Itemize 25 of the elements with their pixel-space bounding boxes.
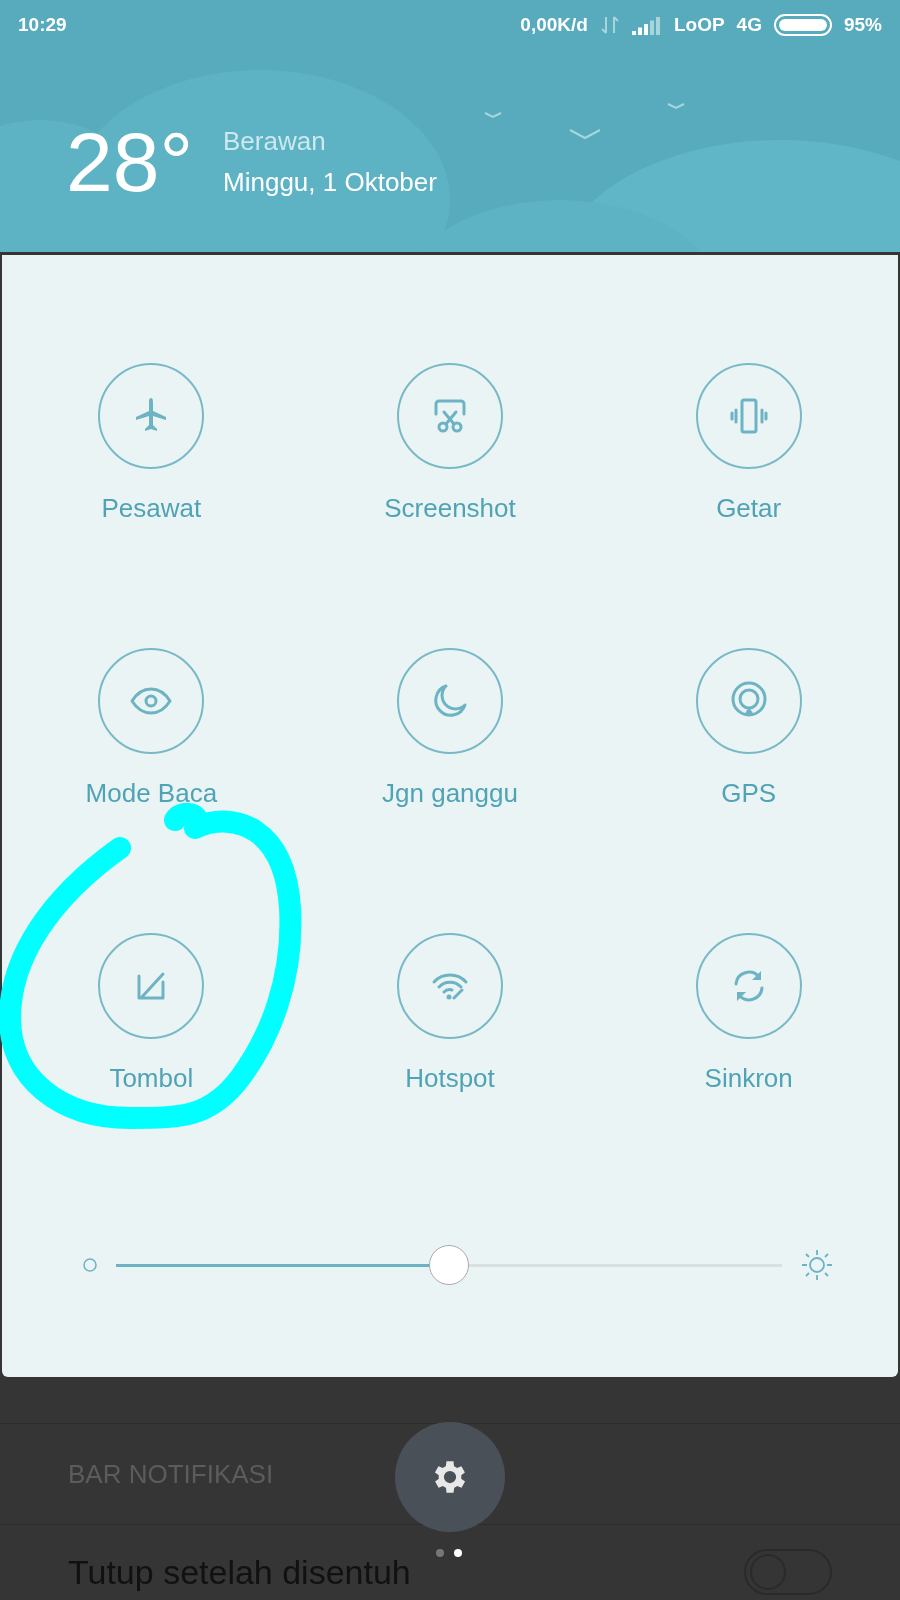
quick-toggle[interactable]: Pesawat bbox=[2, 363, 301, 524]
page-dot[interactable] bbox=[436, 1549, 444, 1557]
quick-toggle[interactable]: Getar bbox=[599, 363, 898, 524]
carrier-name: LoOP bbox=[673, 14, 725, 36]
date: Minggu, 1 Oktober bbox=[223, 167, 437, 198]
network-speed: 0,00K/d bbox=[520, 14, 588, 36]
network-type: 4G bbox=[736, 14, 762, 36]
brightness-low-icon bbox=[82, 1257, 98, 1273]
data-arrows-icon bbox=[599, 15, 620, 35]
battery-percent: 95% bbox=[843, 14, 882, 36]
brightness-high-icon bbox=[800, 1248, 834, 1282]
battery-icon bbox=[773, 13, 832, 37]
quick-toggle[interactable]: Hotspot bbox=[300, 933, 600, 1094]
quick-toggle[interactable]: Sinkron bbox=[599, 933, 898, 1094]
signal-icon bbox=[631, 15, 662, 35]
quick-toggle[interactable]: Mode Baca bbox=[2, 648, 301, 809]
quick-toggle[interactable]: Screenshot bbox=[300, 363, 600, 524]
slider-thumb[interactable] bbox=[429, 1245, 469, 1285]
weather-condition: Berawan bbox=[223, 126, 327, 157]
quick-toggle[interactable]: GPS bbox=[599, 648, 898, 809]
page-dot[interactable] bbox=[454, 1549, 462, 1557]
temperature: 28° bbox=[66, 120, 194, 204]
clock: 10:29 bbox=[18, 14, 67, 36]
quick-toggle[interactable]: Jgn ganggu bbox=[300, 648, 600, 809]
quick-toggle[interactable]: Tombol bbox=[2, 933, 301, 1094]
